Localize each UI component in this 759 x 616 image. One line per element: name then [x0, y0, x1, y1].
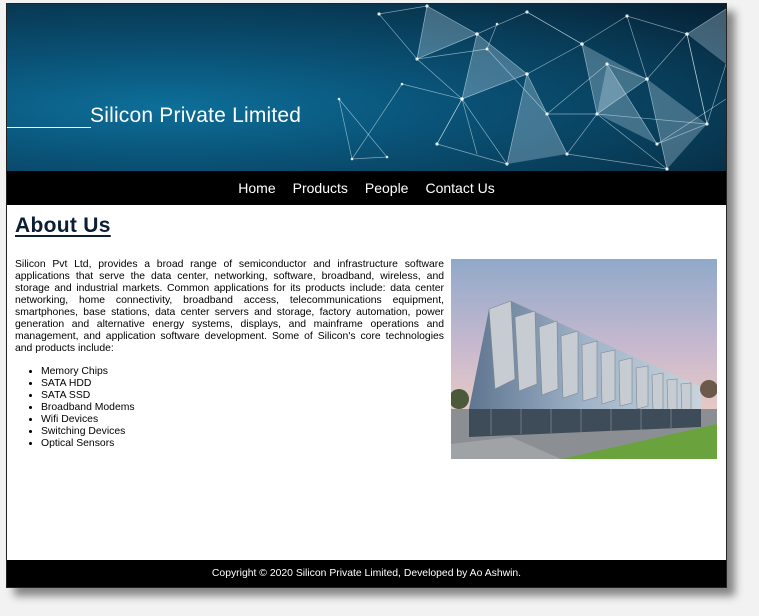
- page: Silicon Private Limited Home Products Pe…: [6, 3, 727, 588]
- list-item: Optical Sensors: [41, 438, 135, 450]
- about-paragraph: Silicon Pvt Ltd, provides a broad range …: [15, 259, 444, 354]
- list-item: Broadband Modems: [41, 402, 135, 414]
- list-item: Memory Chips: [41, 366, 135, 378]
- list-item: SATA SSD: [41, 390, 135, 402]
- about-section: About Us Silicon Pvt Ltd, provides a bro…: [15, 214, 717, 459]
- footer: Copyright © 2020 Silicon Private Limited…: [7, 560, 726, 587]
- about-heading: About Us: [15, 214, 111, 237]
- network-graphic: [337, 4, 726, 171]
- title-rule: [7, 127, 91, 128]
- product-list: Memory Chips SATA HDD SATA SSD Broadband…: [15, 366, 135, 450]
- main-nav: Home Products People Contact Us: [7, 171, 726, 205]
- nav-people-link[interactable]: People: [365, 180, 409, 196]
- nav-products-link[interactable]: Products: [293, 180, 348, 196]
- nav-home-link[interactable]: Home: [238, 180, 275, 196]
- nav-contact-link[interactable]: Contact Us: [425, 180, 494, 196]
- list-item: SATA HDD: [41, 378, 135, 390]
- building-photo: [451, 259, 717, 459]
- site-title: Silicon Private Limited: [90, 104, 302, 127]
- copyright-text: Copyright © 2020 Silicon Private Limited…: [211, 568, 522, 579]
- list-item: Wifi Devices: [41, 414, 135, 426]
- header-banner: Silicon Private Limited: [7, 4, 726, 171]
- list-item: Switching Devices: [41, 426, 135, 438]
